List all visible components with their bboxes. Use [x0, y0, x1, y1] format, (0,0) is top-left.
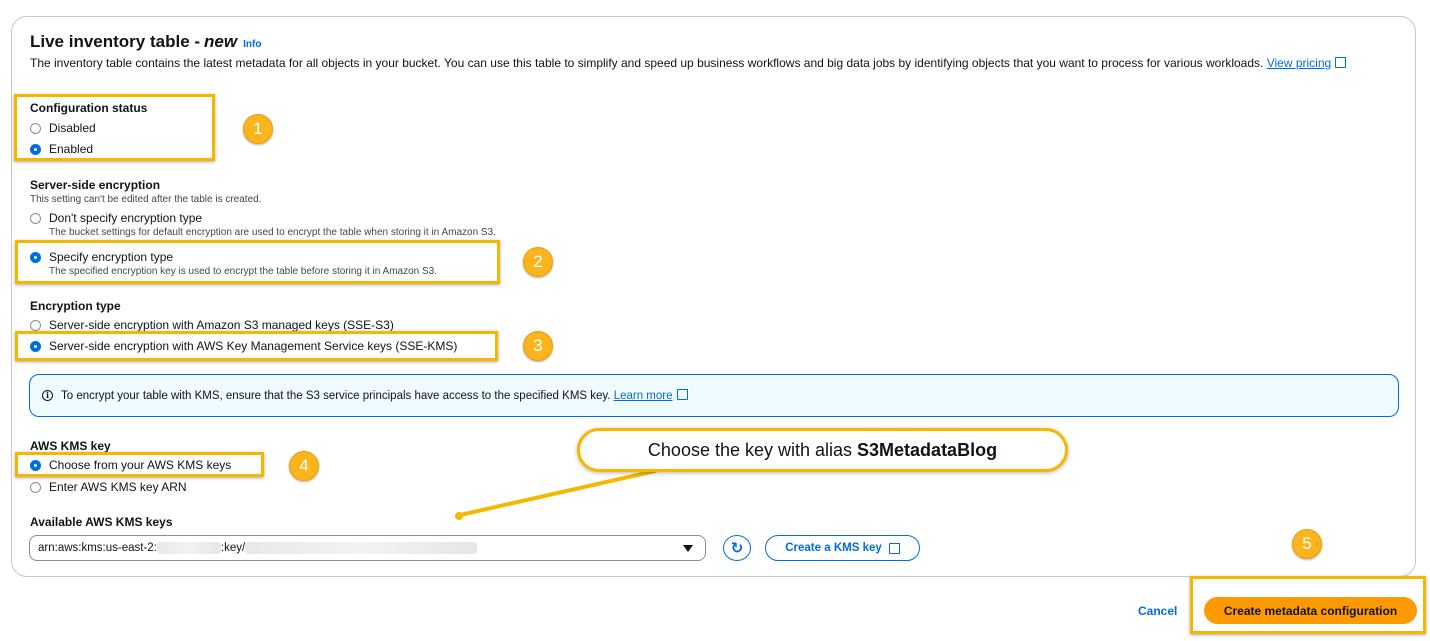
redacted-key-id [245, 542, 478, 554]
encryption-type-label: Encryption type [30, 299, 121, 313]
radio-sse-kms[interactable]: Server-side encryption with AWS Key Mana… [30, 339, 457, 353]
create-kms-key-button[interactable]: Create a KMS key [765, 535, 920, 561]
step-badge-2: 2 [523, 247, 553, 277]
callout-annotation: Choose the key with alias S3MetadataBlog [577, 428, 1068, 472]
inventory-table-panel [11, 16, 1416, 577]
section-description: The inventory table contains the latest … [30, 55, 1370, 71]
dont-specify-description: The bucket settings for default encrypti… [49, 227, 496, 238]
radio-specify-encryption[interactable]: Specify encryption type [30, 250, 173, 264]
callout-alias: S3MetadataBlog [857, 439, 998, 460]
radio-circle-checked[interactable] [30, 340, 41, 352]
redacted-account-id [156, 542, 221, 554]
external-link-icon [888, 540, 902, 554]
radio-circle-checked[interactable] [30, 251, 41, 263]
info-link[interactable]: Info [243, 39, 261, 50]
step-badge-5: 5 [1292, 529, 1322, 559]
kms-key-select[interactable]: arn:aws:kms:us-east-2::key/ [29, 535, 706, 561]
radio-circle-checked[interactable] [30, 459, 41, 471]
step-badge-4: 4 [289, 451, 319, 481]
step-badge-3: 3 [523, 331, 553, 361]
radio-circle[interactable] [30, 212, 41, 224]
learn-more-link[interactable]: Learn more [614, 387, 690, 402]
sse-hint: This setting can't be edited after the t… [30, 194, 262, 205]
radio-choose-kms-keys[interactable]: Choose from your AWS KMS keys [30, 458, 231, 472]
caret-down-icon [683, 545, 693, 552]
refresh-button[interactable]: ↻ [723, 535, 751, 561]
radio-sse-s3[interactable]: Server-side encryption with Amazon S3 ma… [30, 318, 394, 332]
external-link-icon [676, 387, 690, 400]
section-title: Live inventory table - new Info [30, 32, 262, 51]
create-metadata-configuration-button[interactable]: Create metadata configuration [1204, 597, 1417, 624]
callout-pointer [455, 469, 657, 520]
specify-description: The specified encryption key is used to … [49, 266, 437, 277]
cancel-button[interactable]: Cancel [1138, 604, 1177, 618]
info-icon: i [42, 390, 53, 401]
radio-circle[interactable] [30, 481, 41, 493]
highlight-box-1 [14, 94, 215, 161]
kms-key-label: AWS KMS key [30, 439, 111, 453]
external-link-icon [1335, 55, 1349, 68]
radio-dont-specify-encryption[interactable]: Don't specify encryption type [30, 211, 202, 225]
title-new: new [204, 32, 238, 51]
view-pricing-link[interactable]: View pricing [1267, 55, 1349, 70]
radio-enter-kms-arn[interactable]: Enter AWS KMS key ARN [30, 480, 187, 494]
page: Live inventory table - new Info The invent… [0, 0, 1430, 641]
step-badge-1: 1 [243, 114, 273, 144]
sse-label: Server-side encryption [30, 178, 161, 192]
refresh-icon: ↻ [730, 540, 744, 557]
radio-circle[interactable] [30, 319, 41, 331]
kms-info-alert: i To encrypt your table with KMS, ensure… [29, 374, 1399, 417]
available-keys-label: Available AWS KMS keys [30, 515, 173, 529]
